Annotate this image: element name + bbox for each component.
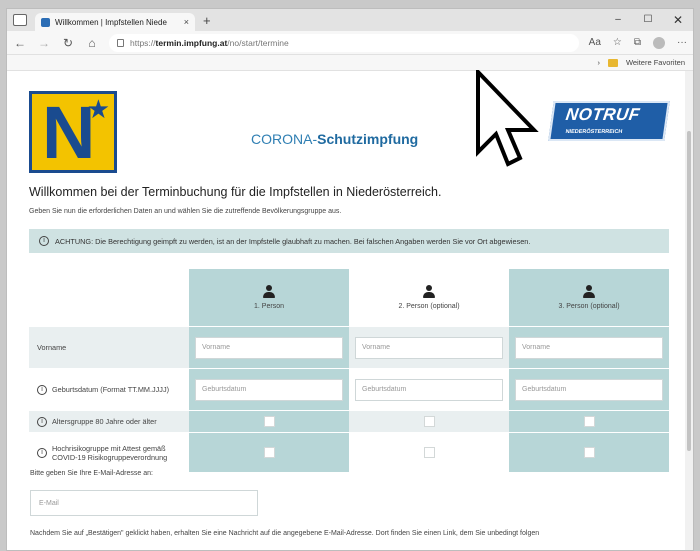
age-checkbox-3[interactable] — [583, 416, 595, 427]
birthdate-label: Geburtsdatum (Format TT.MM.JJJJ) — [52, 385, 170, 394]
forward-arrow-icon[interactable]: → — [37, 36, 51, 50]
profile-avatar[interactable] — [653, 36, 665, 49]
favorites-folder-label[interactable]: Weitere Favoriten — [626, 58, 685, 67]
vorname-input-3[interactable]: Vorname — [515, 336, 663, 359]
page-content: N ★ CORONA-Schutzimpfung NOTRUF NIEDERÖS… — [7, 71, 687, 550]
notice-text: ACHTUNG: Die Berechtigung geimpft zu wer… — [55, 236, 531, 246]
more-menu-icon[interactable]: ··· — [677, 37, 687, 49]
person-1-header: 1. Person — [189, 269, 349, 327]
risk-group-row: i Hochrisikogruppe mit Attest gemäß COVI… — [29, 433, 669, 473]
age-checkbox-2[interactable] — [423, 416, 435, 427]
url-path: /no/start/termine — [227, 37, 289, 48]
info-icon[interactable]: i — [37, 447, 47, 458]
favicon-icon — [41, 17, 50, 27]
info-icon: i — [39, 236, 49, 246]
info-icon[interactable]: i — [37, 416, 47, 427]
vorname-input-2[interactable]: Vorname — [355, 336, 503, 359]
person-icon — [422, 285, 436, 299]
reload-icon[interactable]: ↻ — [61, 36, 75, 50]
person-icon — [582, 285, 596, 299]
birthdate-input-3[interactable]: Geburtsdatum — [515, 378, 663, 401]
vorname-label: Vorname — [29, 327, 189, 369]
tab-title: Willkommen | Impfstellen Niede — [55, 17, 167, 27]
address-bar[interactable]: https://termin.impfung.at/no/start/termi… — [109, 33, 579, 52]
age-group-label: Altersgruppe 80 Jahre oder älter — [52, 417, 157, 426]
confirmation-info-text: Nachdem Sie auf „Bestätigen" geklickt ha… — [30, 530, 540, 537]
person-icon — [262, 285, 276, 299]
scrollbar-thumb[interactable] — [687, 131, 691, 451]
warning-notice: i ACHTUNG: Die Berechtigung geimpft zu w… — [29, 229, 669, 253]
birthdate-row: i Geburtsdatum (Format TT.MM.JJJJ) Gebur… — [29, 369, 669, 411]
favorite-star-icon[interactable]: ☆ — [613, 37, 622, 49]
instructions-text: Geben Sie nun die erforderlichen Daten a… — [29, 208, 342, 215]
chevron-right-icon[interactable]: › — [597, 58, 600, 67]
vorname-row: Vorname Vorname Vorname Vorname — [29, 327, 669, 369]
home-icon[interactable]: ⌂ — [85, 36, 99, 50]
minimize-button[interactable]: – — [603, 9, 633, 31]
noe-logo: N ★ — [29, 91, 117, 173]
favorites-bar: › Weitere Favoriten — [7, 55, 693, 71]
url-domain: termin.impfung.at — [155, 37, 228, 48]
mouse-cursor-icon — [476, 70, 539, 167]
form-header-row: 1. Person 2. Person (optional) 3. Person… — [29, 269, 669, 327]
risk-checkbox-1[interactable] — [263, 447, 275, 458]
page-headline: CORONA-Schutzimpfung — [251, 131, 419, 147]
back-arrow-icon[interactable]: ← — [13, 36, 27, 50]
reading-view-icon[interactable]: Aa — [589, 37, 601, 49]
age-checkbox-1[interactable] — [263, 416, 275, 427]
person-2-header: 2. Person (optional) — [349, 269, 509, 327]
welcome-heading: Willkommen bei der Terminbuchung für die… — [29, 185, 442, 199]
risk-checkbox-2[interactable] — [423, 447, 435, 458]
notruf-title: NOTRUF — [564, 105, 642, 124]
email-input[interactable]: E-Mail — [30, 490, 258, 516]
navigation-bar: ← → ↻ ⌂ https://termin.impfung.at/no/sta… — [7, 31, 693, 55]
person-3-header: 3. Person (optional) — [509, 269, 669, 327]
risk-group-label: Hochrisikogruppe mit Attest gemäß COVID-… — [52, 443, 168, 462]
new-tab-button[interactable]: + — [203, 13, 211, 28]
vorname-input-1[interactable]: Vorname — [195, 336, 343, 359]
browser-tab[interactable]: Willkommen | Impfstellen Niede × — [35, 13, 195, 31]
email-label: Bitte geben Sie Ihre E-Mail-Adresse an: — [30, 470, 153, 477]
folder-icon — [607, 58, 618, 67]
birthdate-input-2[interactable]: Geburtsdatum — [355, 378, 503, 401]
info-icon[interactable]: i — [37, 384, 47, 395]
star-icon: ★ — [86, 94, 110, 124]
url-prefix: https:// — [130, 37, 156, 48]
notruf-logo[interactable]: NOTRUF NIEDERÖSTERREICH — [548, 101, 670, 141]
close-window-button[interactable]: ✕ — [663, 9, 693, 31]
birthdate-input-1[interactable]: Geburtsdatum — [195, 378, 343, 401]
title-bar: Willkommen | Impfstellen Niede × + – ☐ ✕ — [7, 9, 693, 31]
tab-close-icon[interactable]: × — [184, 17, 189, 27]
age-group-row: i Altersgruppe 80 Jahre oder älter — [29, 411, 669, 433]
risk-checkbox-3[interactable] — [583, 447, 595, 458]
registration-form: 1. Person 2. Person (optional) 3. Person… — [29, 269, 669, 473]
collections-icon[interactable]: ⧉ — [634, 37, 641, 49]
scrollbar[interactable] — [685, 71, 693, 550]
lock-icon — [117, 38, 124, 47]
notruf-subtitle: NIEDERÖSTERREICH — [565, 129, 623, 135]
maximize-button[interactable]: ☐ — [633, 9, 663, 31]
window-menu-icon[interactable] — [13, 14, 27, 26]
